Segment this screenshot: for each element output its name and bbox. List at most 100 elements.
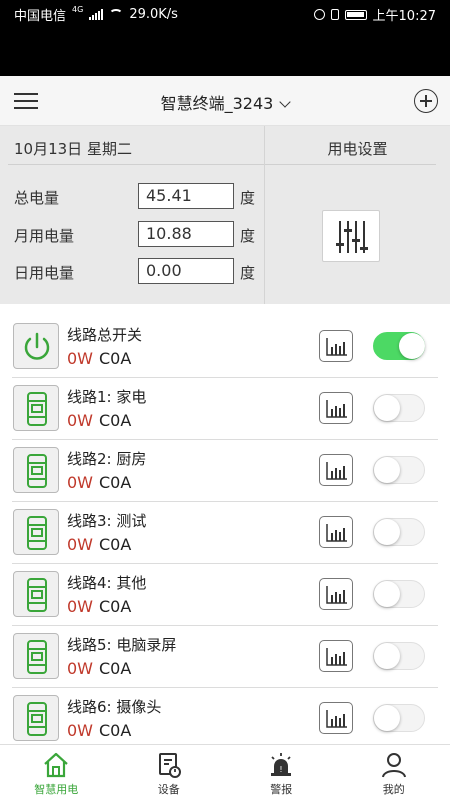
bottom-tab-bar: 智慧用电 设备 ! 警报 我的 xyxy=(0,744,450,800)
breaker-button[interactable] xyxy=(13,571,59,617)
bar-chart-icon xyxy=(326,400,347,418)
tab-smart-power[interactable]: 智慧用电 xyxy=(0,745,113,800)
tab-label: 我的 xyxy=(382,783,405,796)
master-power-button[interactable] xyxy=(13,323,59,369)
chart-button[interactable] xyxy=(319,330,353,362)
circuit-toggle[interactable] xyxy=(373,394,425,422)
signal-icon xyxy=(89,9,104,20)
breaker-button[interactable] xyxy=(13,447,59,493)
circuit-toggle[interactable] xyxy=(373,456,425,484)
total-usage-label: 总电量 xyxy=(14,189,60,207)
breaker-icon xyxy=(27,516,47,550)
circuit-power: 0W xyxy=(67,349,93,368)
status-time: 上午10:27 xyxy=(372,9,436,24)
breaker-icon xyxy=(27,454,47,488)
date-label: 10月13日 星期二 xyxy=(14,140,132,158)
device-icon xyxy=(158,753,181,778)
circuit-current: C0A xyxy=(99,597,132,616)
list-item: 线路6: 摄像头 0W C0A xyxy=(12,688,438,750)
breaker-button[interactable] xyxy=(13,695,59,741)
tab-label: 智慧用电 xyxy=(34,783,79,796)
chart-button[interactable] xyxy=(319,392,353,424)
breaker-icon xyxy=(27,578,47,612)
total-usage-value: 45.41 xyxy=(138,183,234,209)
circuit-current: C0A xyxy=(99,721,132,740)
network-speed: 29.0K/s xyxy=(129,7,178,22)
wifi-icon xyxy=(109,9,124,20)
svg-text:!: ! xyxy=(280,765,283,774)
circuit-toggle[interactable] xyxy=(373,580,425,608)
bar-chart-icon xyxy=(326,462,347,480)
bar-chart-icon xyxy=(326,586,347,604)
bar-chart-icon xyxy=(326,338,347,356)
circuit-readings: 0W C0A xyxy=(67,659,131,678)
chart-button[interactable] xyxy=(319,702,353,734)
list-item: 线路3: 测试 0W C0A xyxy=(12,502,438,564)
status-bar: 中国电信 4G 29.0K/s 上午10:27 xyxy=(0,0,450,76)
divider xyxy=(265,164,436,165)
usage-stats: 10月13日 星期二 总电量 45.41 度 月用电量 10.88 度 日用电量… xyxy=(0,126,264,304)
status-bar-right: 上午10:27 xyxy=(313,5,436,24)
monthly-usage-label: 月用电量 xyxy=(14,227,75,245)
circuit-toggle[interactable] xyxy=(373,518,425,546)
alarm-icon: ! xyxy=(271,753,292,776)
carrier-label: 中国电信 xyxy=(14,9,67,24)
terminal-selector[interactable]: 智慧终端_3243 xyxy=(0,90,450,114)
daily-usage-label: 日用电量 xyxy=(14,264,75,282)
circuit-name: 线路2: 厨房 xyxy=(67,450,147,468)
power-icon xyxy=(24,332,50,360)
breaker-icon xyxy=(27,640,47,674)
tab-mine[interactable]: 我的 xyxy=(338,745,450,800)
circuit-readings: 0W C0A xyxy=(67,411,131,430)
chart-button[interactable] xyxy=(319,454,353,486)
chart-button[interactable] xyxy=(319,640,353,672)
toggle-knob xyxy=(374,581,400,607)
breaker-button[interactable] xyxy=(13,509,59,555)
breaker-icon xyxy=(27,392,47,426)
toggle-knob xyxy=(374,519,400,545)
tab-alarm[interactable]: ! 警报 xyxy=(225,745,338,800)
circuit-toggle[interactable] xyxy=(373,332,425,360)
circuit-readings: 0W C0A xyxy=(67,721,131,740)
power-settings-title: 用电设置 xyxy=(327,140,388,158)
list-item: 线路1: 家电 0W C0A xyxy=(12,378,438,440)
circuit-name: 线路6: 摄像头 xyxy=(67,698,162,716)
sliders-icon xyxy=(336,221,368,253)
daily-usage-value: 0.00 xyxy=(138,258,234,284)
circuit-toggle[interactable] xyxy=(373,642,425,670)
alarm-clock-icon xyxy=(313,9,325,20)
circuit-name: 线路5: 电脑录屏 xyxy=(67,636,177,654)
breaker-icon xyxy=(27,702,47,736)
power-settings-button[interactable] xyxy=(322,210,380,262)
circuit-name: 线路3: 测试 xyxy=(67,512,147,530)
vibrate-icon xyxy=(330,9,339,20)
power-settings-section: 用电设置 xyxy=(264,126,450,304)
circuit-name: 线路1: 家电 xyxy=(67,388,147,406)
circuit-readings: 0W C0A xyxy=(67,535,131,554)
circuit-readings: 0W C0A xyxy=(67,597,131,616)
chart-button[interactable] xyxy=(319,578,353,610)
bar-chart-icon xyxy=(326,648,347,666)
circuit-name: 线路总开关 xyxy=(67,326,143,344)
breaker-button[interactable] xyxy=(13,633,59,679)
bar-chart-icon xyxy=(326,524,347,542)
network-label: 4G xyxy=(72,5,84,14)
circuit-toggle[interactable] xyxy=(373,704,425,732)
bar-chart-icon xyxy=(326,710,347,728)
toggle-knob xyxy=(374,705,400,731)
breaker-button[interactable] xyxy=(13,385,59,431)
status-bar-left: 中国电信 4G 29.0K/s xyxy=(14,5,178,24)
toggle-knob xyxy=(374,395,400,421)
total-usage-unit: 度 xyxy=(240,189,256,207)
circuit-power: 0W xyxy=(67,411,93,430)
circuit-current: C0A xyxy=(99,659,132,678)
circuit-current: C0A xyxy=(99,473,132,492)
chart-button[interactable] xyxy=(319,516,353,548)
tab-device[interactable]: 设备 xyxy=(113,745,226,800)
circuit-name: 线路4: 其他 xyxy=(67,574,147,592)
circuit-power: 0W xyxy=(67,659,93,678)
monthly-usage-value: 10.88 xyxy=(138,221,234,247)
battery-icon xyxy=(344,9,367,20)
add-icon[interactable] xyxy=(414,89,438,113)
daily-usage-unit: 度 xyxy=(240,264,256,282)
